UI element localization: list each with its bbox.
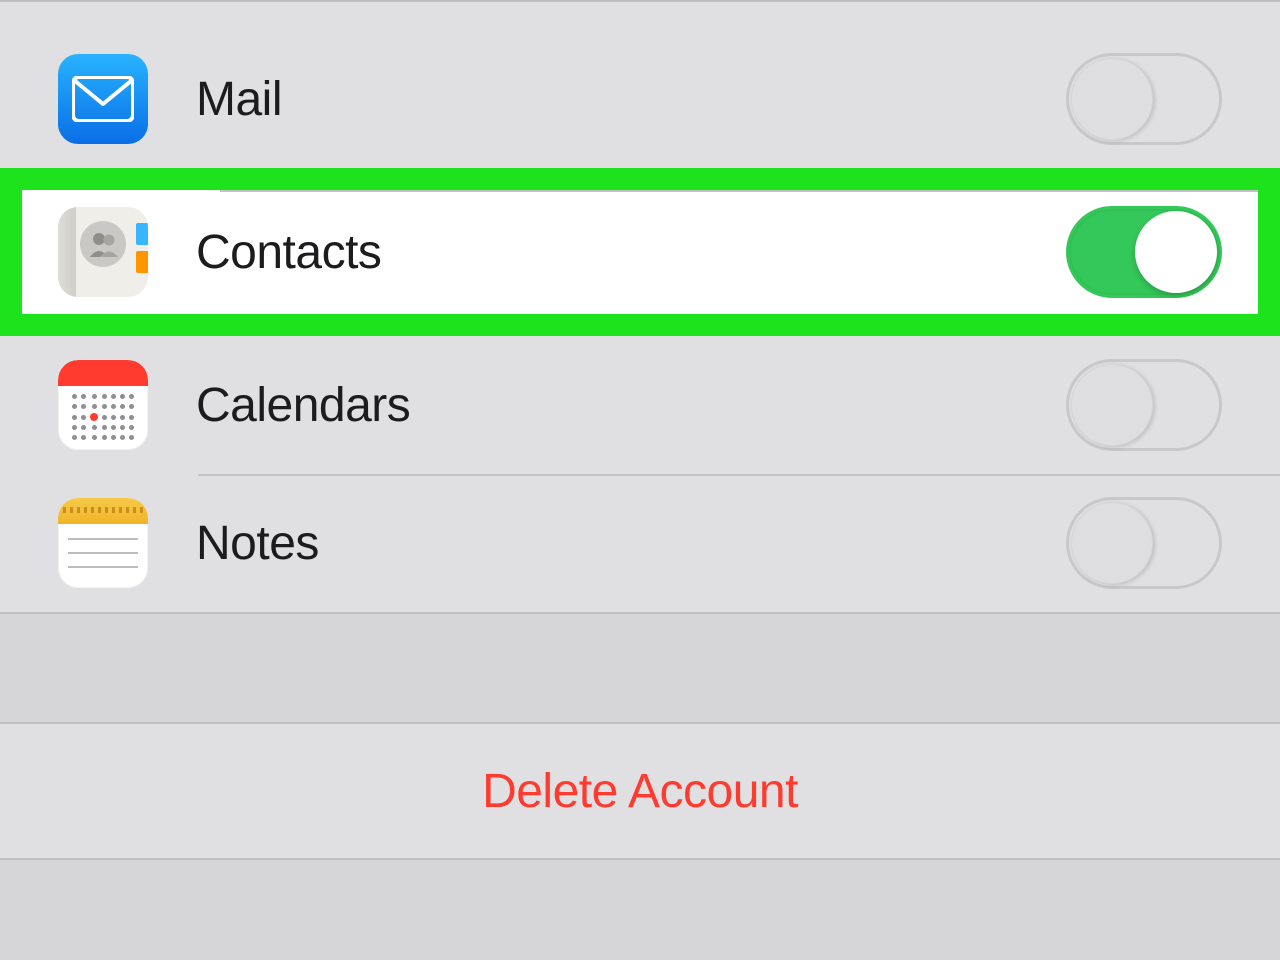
calendars-toggle[interactable]: [1066, 359, 1222, 451]
row-mail: Mail: [0, 30, 1280, 168]
row-mail-label: Mail: [196, 72, 282, 127]
contacts-toggle[interactable]: [1066, 206, 1222, 298]
row-contacts-label: Contacts: [196, 225, 381, 280]
row-calendars: Calendars: [0, 336, 1280, 474]
section-gap: [0, 614, 1280, 722]
mail-toggle[interactable]: [1066, 53, 1222, 145]
delete-account-row[interactable]: Delete Account: [0, 722, 1280, 860]
delete-account-label: Delete Account: [482, 764, 798, 819]
row-contacts: Contacts: [22, 190, 1258, 314]
toggle-knob: [1071, 364, 1153, 446]
notes-toggle[interactable]: [1066, 497, 1222, 589]
mail-icon: [58, 54, 148, 144]
calendar-icon: [58, 360, 148, 450]
bottom-space: [0, 860, 1280, 960]
row-calendars-label: Calendars: [196, 378, 410, 433]
row-notes-label: Notes: [196, 516, 319, 571]
contacts-icon: [58, 207, 148, 297]
settings-account-screen: Mail Contacts: [0, 0, 1280, 960]
toggle-knob: [1135, 211, 1217, 293]
toggle-knob: [1071, 502, 1153, 584]
notes-icon: [58, 498, 148, 588]
toggle-knob: [1071, 58, 1153, 140]
row-notes: Notes: [0, 474, 1280, 612]
account-services-section: Mail Contacts: [0, 30, 1280, 614]
section-top-edge: [0, 0, 1280, 30]
